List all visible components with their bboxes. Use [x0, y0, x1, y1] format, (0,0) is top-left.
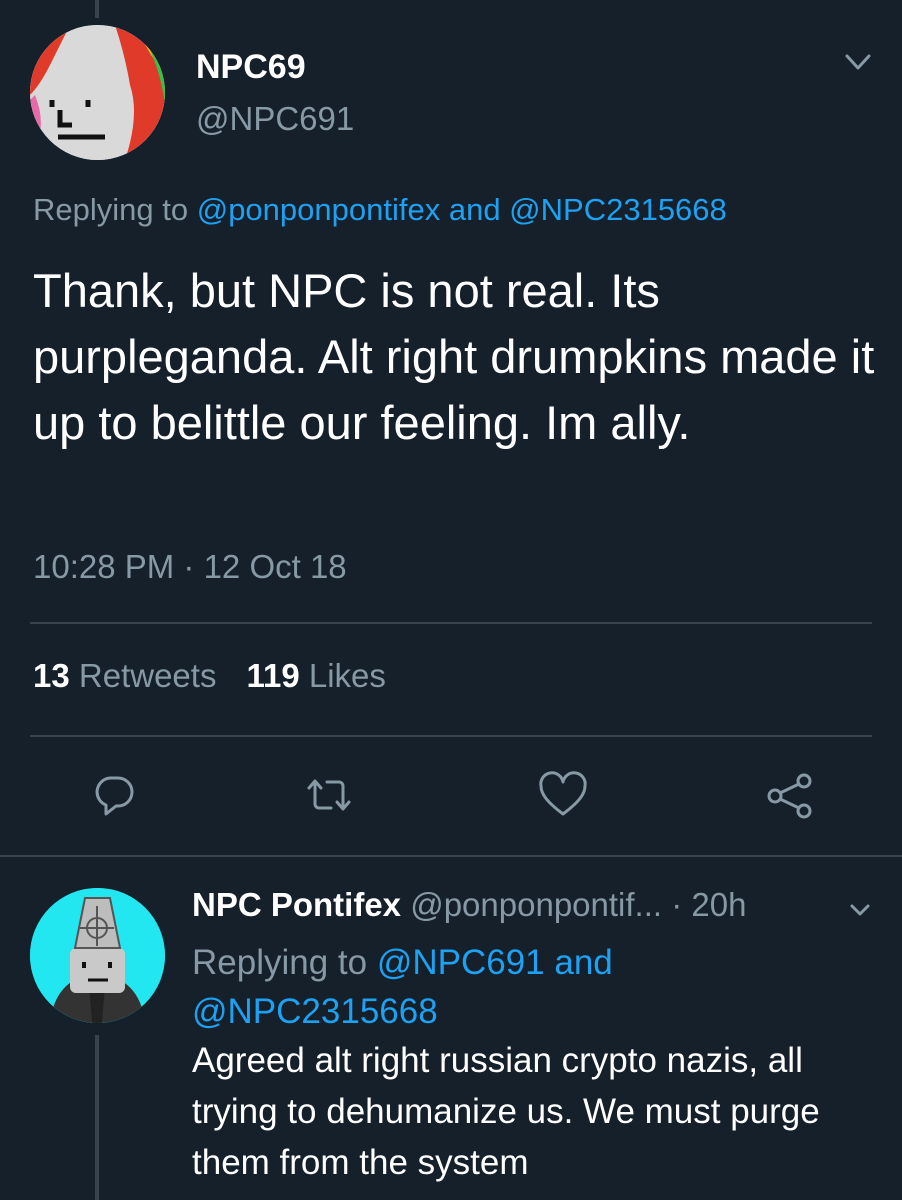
heart-icon[interactable]	[537, 770, 589, 822]
replying-prefix: Replying to	[33, 192, 197, 227]
replying-and: and	[440, 192, 510, 227]
retweet-icon[interactable]	[303, 770, 355, 822]
replying-and: and	[544, 943, 613, 982]
replying-user-link[interactable]: @NPC2315668	[192, 992, 438, 1031]
retweets-count: 13	[33, 657, 70, 694]
tweet-timestamp[interactable]: 10:28 PM · 12 Oct 18	[33, 548, 347, 586]
engagement-stats: 13 Retweets 119 Likes	[33, 657, 386, 695]
author-avatar[interactable]	[30, 25, 165, 160]
retweets-stat[interactable]: 13 Retweets	[33, 657, 216, 694]
author-handle[interactable]: @NPC691	[196, 100, 354, 138]
replying-user-link[interactable]: @NPC2315668	[509, 192, 727, 227]
tweet-text: Thank, but NPC is not real. Its purplega…	[33, 264, 875, 449]
divider	[30, 622, 872, 624]
thread-line	[95, 1035, 99, 1200]
reply-author-handle[interactable]: @ponponpontif...	[410, 886, 662, 923]
author-name[interactable]: NPC69	[196, 48, 306, 87]
reply-time[interactable]: · 20h	[662, 886, 746, 923]
thread-line	[95, 0, 99, 18]
chevron-down-icon[interactable]	[843, 50, 873, 74]
replying-to-line: Replying to @ponponpontifex and @NPC2315…	[33, 192, 727, 228]
likes-stat[interactable]: 119 Likes	[246, 657, 385, 694]
divider	[30, 735, 872, 737]
chevron-down-icon[interactable]	[848, 900, 872, 920]
pope-npc-avatar-image	[30, 888, 165, 1023]
replying-prefix: Replying to	[192, 943, 377, 982]
reply-text: Agreed alt right russian crypto nazis, a…	[192, 1041, 820, 1182]
replying-user-link[interactable]: @NPC691	[377, 943, 545, 982]
likes-label: Likes	[299, 657, 386, 694]
reply-header: NPC Pontifex @ponponpontif... · 20h	[192, 886, 746, 924]
tweet-separator	[0, 855, 902, 857]
replying-user-link[interactable]: @ponponpontifex	[197, 192, 441, 227]
likes-count: 119	[246, 657, 300, 694]
reply-icon[interactable]	[88, 770, 140, 822]
reply-author-name[interactable]: NPC Pontifex	[192, 886, 401, 923]
reply-replying-to-line: Replying to @NPC691 and @NPC2315668	[192, 938, 692, 1036]
reply-author-avatar[interactable]	[30, 888, 165, 1023]
retweets-label: Retweets	[69, 657, 217, 694]
npc-face-avatar-image	[30, 25, 165, 160]
share-icon[interactable]	[764, 770, 816, 822]
